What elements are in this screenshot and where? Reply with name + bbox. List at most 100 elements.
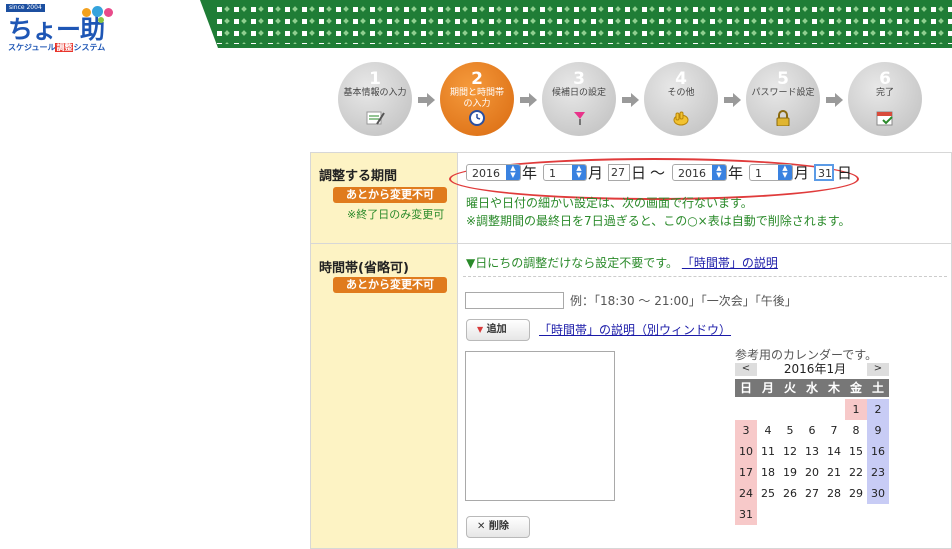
clock-icon <box>469 110 485 126</box>
step-1[interactable]: 1 基本情報の入力 <box>338 62 412 136</box>
dashed-divider <box>463 276 947 277</box>
calendar-day: 19 <box>783 466 797 479</box>
start-year-select[interactable]: 2016 ▲ ▼ <box>466 164 521 181</box>
timeslot-list[interactable] <box>465 351 615 501</box>
step-label: 候補日の設定 <box>551 88 606 98</box>
calendar-day: 16 <box>867 441 889 462</box>
step-5[interactable]: 5 パスワード設定 <box>746 62 820 136</box>
step-4[interactable]: 4 その他 <box>644 62 718 136</box>
period-note: ※終了日のみ変更可 <box>347 208 445 221</box>
calendar-day: 29 <box>849 487 863 500</box>
calendar-day: 28 <box>827 487 841 500</box>
timeslot-help-link[interactable]: 「時間帯」の説明 <box>682 256 778 270</box>
spinner-icon: ▲ ▼ <box>712 165 726 180</box>
period-help-2: ※調整期間の最終日を7日過ぎると、この○×表は自動で削除されます。 <box>466 214 851 228</box>
calendar-day: 2 <box>867 399 889 420</box>
start-day-input[interactable]: 27 <box>608 164 630 181</box>
next-month-button[interactable]: > <box>867 363 889 376</box>
step-3[interactable]: 3 候補日の設定 <box>542 62 616 136</box>
step-number: 5 <box>777 69 789 89</box>
timeslot-info: ▼日にちの調整だけなら設定不要です。 「時間帯」の説明 <box>466 254 778 271</box>
calendar-day: 30 <box>867 483 889 504</box>
calendar-day: 20 <box>805 466 819 479</box>
end-year-unit: 年 <box>728 164 744 182</box>
add-button[interactable]: ▼ 追加 <box>466 319 530 341</box>
step-6[interactable]: 6 完了 <box>848 62 922 136</box>
column-divider <box>457 153 458 548</box>
start-year-value: 2016 <box>472 167 500 180</box>
calendar-day: 9 <box>867 420 889 441</box>
triangle-down-icon: ▼ <box>477 325 484 334</box>
weekday-header: 金 <box>845 379 867 397</box>
start-month-select[interactable]: 1 ▲ ▼ <box>543 164 587 181</box>
calendar-check-icon <box>876 111 893 126</box>
step-number: 4 <box>675 69 687 89</box>
calendar-day: 22 <box>849 466 863 479</box>
calendar-day: 21 <box>827 466 841 479</box>
period-badge: あとから変更不可 <box>333 187 447 203</box>
weekday-header: 土 <box>867 379 889 397</box>
weekday-header: 月 <box>757 379 779 397</box>
timeslot-title: 時間帯(省略可) <box>319 261 409 276</box>
step-label: 完了 <box>875 88 894 98</box>
calendar-day: 10 <box>735 441 757 462</box>
step-label: パスワード設定 <box>751 88 815 98</box>
start-month-value: 1 <box>549 167 556 180</box>
step-label: 期間と時間帯の入力 <box>449 88 504 109</box>
period-title: 調整する期間 <box>319 169 398 184</box>
calendar-day: 3 <box>735 420 757 441</box>
start-month-unit: 月 <box>588 164 604 182</box>
calendar-day: 7 <box>830 424 838 437</box>
calendar-day: 14 <box>827 445 841 458</box>
header-banner <box>200 0 952 48</box>
step-number: 1 <box>369 69 381 89</box>
site-logo[interactable]: since 2004 ちょー助 スケジュール調整システム <box>6 4 114 52</box>
start-day-unit: 日 <box>631 164 647 182</box>
row-divider <box>311 243 951 244</box>
step-label: 基本情報の入力 <box>343 88 407 98</box>
calendar-day: 13 <box>805 445 819 458</box>
spinner-icon: ▲ ▼ <box>506 165 520 180</box>
range-tilde: 〜 <box>650 164 666 182</box>
timeslot-input[interactable] <box>465 292 564 309</box>
flag-icon <box>574 112 585 125</box>
calendar-day: 25 <box>761 487 775 500</box>
calendar-day: 8 <box>852 424 860 437</box>
timeslot-info-text: ▼日にちの調整だけなら設定不要です。 <box>466 256 679 270</box>
logo-subtitle: スケジュール調整システム <box>8 43 106 52</box>
step-label: その他 <box>667 88 695 98</box>
delete-button[interactable]: ✕ 削除 <box>466 516 530 538</box>
end-year-select[interactable]: 2016 ▲ ▼ <box>672 164 727 181</box>
calendar-month: 2016年1月 <box>783 362 847 376</box>
timeslot-help-window-link[interactable]: 「時間帯」の説明（別ウィンドウ） <box>539 321 731 338</box>
weekday-header: 水 <box>801 379 823 397</box>
step-2[interactable]: 2 期間と時間帯の入力 <box>440 62 514 136</box>
step-number: 3 <box>573 69 585 89</box>
calendar-day: 23 <box>867 462 889 483</box>
end-day-unit: 日 <box>837 164 853 182</box>
calendar-day: 12 <box>783 445 797 458</box>
pencil-paper-icon <box>366 111 385 125</box>
calendar-day: 26 <box>783 487 797 500</box>
timeslot-badge: あとから変更不可 <box>333 277 447 293</box>
calendar-day: 15 <box>849 445 863 458</box>
calendar-day: 4 <box>764 424 772 437</box>
prev-month-button[interactable]: < <box>735 363 757 376</box>
end-month-value: 1 <box>755 167 762 180</box>
close-icon: ✕ <box>477 521 486 532</box>
calendar-day: 18 <box>761 466 775 479</box>
delete-button-label: 削除 <box>488 521 509 532</box>
end-day-input[interactable]: 31 <box>814 164 834 181</box>
end-month-select[interactable]: 1 ▲ ▼ <box>749 164 793 181</box>
spinner-icon: ▲ ▼ <box>572 165 586 180</box>
calendar-day: 11 <box>761 445 775 458</box>
calendar-day: 5 <box>786 424 794 437</box>
calendar-caption: 参考用のカレンダーです。 <box>735 348 878 362</box>
calendar-day: 24 <box>735 483 757 504</box>
add-button-label: 追加 <box>486 324 507 335</box>
weekday-header: 火 <box>779 379 801 397</box>
spinner-icon: ▲ ▼ <box>778 165 792 180</box>
weekday-header: 木 <box>823 379 845 397</box>
hand-icon <box>673 111 689 126</box>
end-year-value: 2016 <box>678 167 706 180</box>
